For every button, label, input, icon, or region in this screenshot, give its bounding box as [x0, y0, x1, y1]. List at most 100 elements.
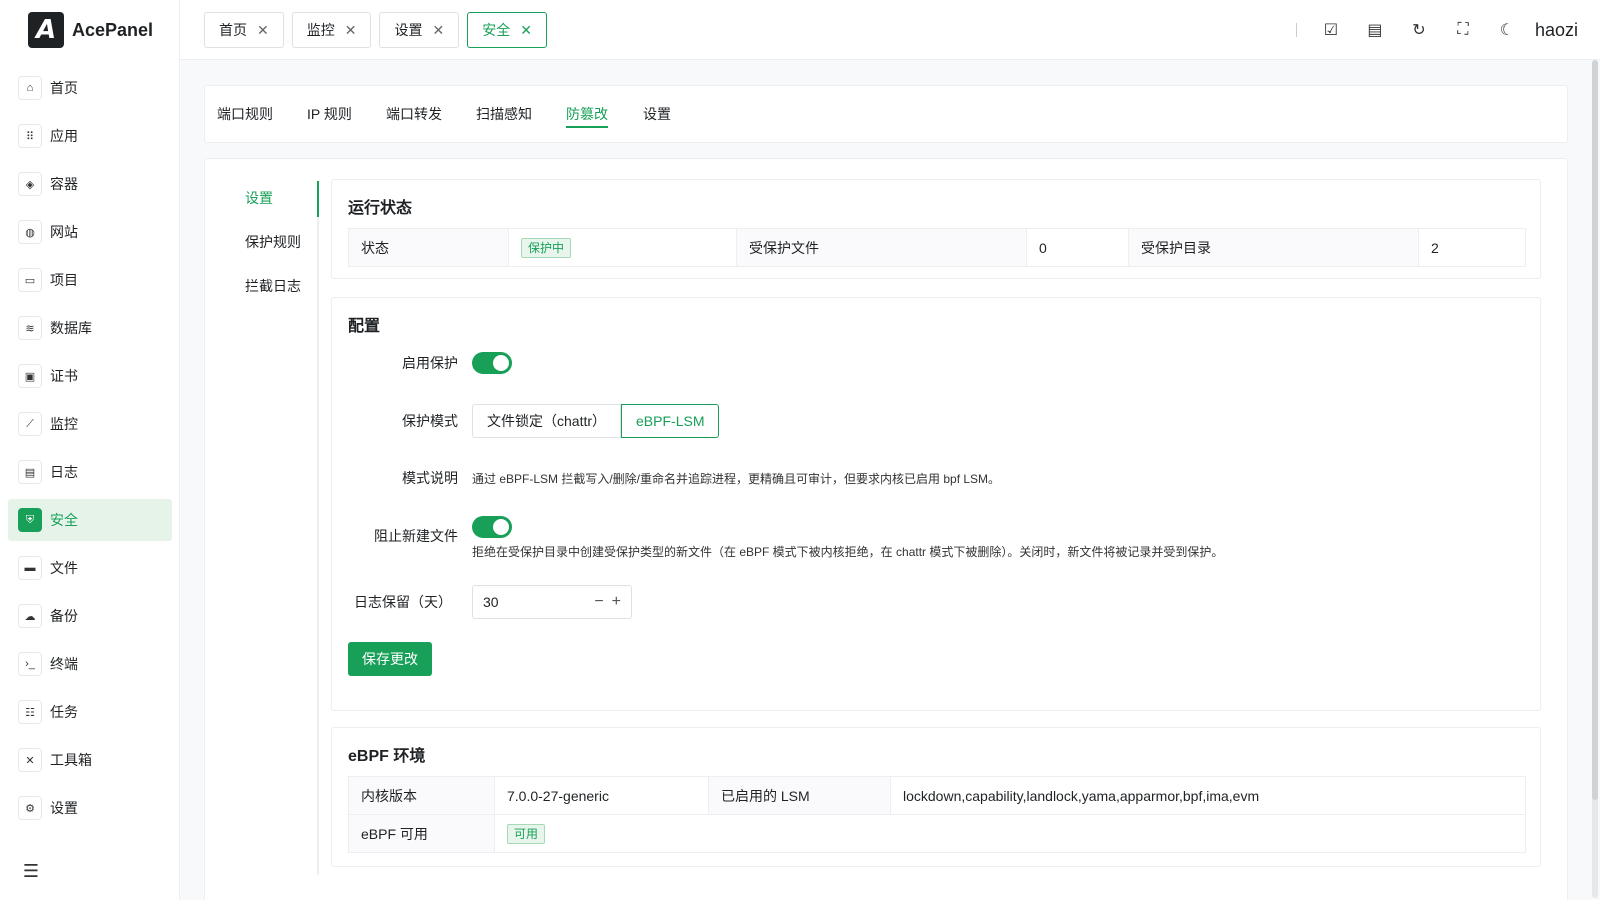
- log-retention-value: 30: [483, 594, 499, 610]
- scrollbar-thumb[interactable]: [1592, 60, 1598, 800]
- sidebar-item-7[interactable]: ⟋ 监控: [8, 403, 172, 445]
- sidebar-item-label: 项目: [50, 272, 78, 288]
- log-retention-row: 日志保留（天） 30 − +: [348, 585, 632, 619]
- side-menu-item-1[interactable]: 保护规则: [229, 225, 321, 269]
- moon-icon[interactable]: ☾: [1491, 14, 1523, 46]
- enable-protection-toggle[interactable]: [472, 352, 512, 374]
- sidebar-item-5[interactable]: ≋ 数据库: [8, 307, 172, 349]
- sidebar-item-3[interactable]: ◍ 网站: [8, 211, 172, 253]
- top-bar: 首页 ✕ 监控 ✕ 设置 ✕ 安全 ✕ ☑ ▤ ↻ ⛶ ☾ haozi: [180, 0, 1600, 60]
- close-icon[interactable]: ✕: [257, 22, 269, 39]
- tamper-side-menu: 设置 保护规则 拦截日志: [229, 181, 321, 313]
- close-icon[interactable]: ✕: [432, 22, 444, 39]
- page-tab-3[interactable]: 安全 ✕: [467, 12, 547, 48]
- sidebar-nav: ⌂ 首页 ⠿ 应用 ◈ 容器 ◍ 网站 ▭ 项目 ≋ 数据库 ▣ 证书 ⟋ 监控 ▤ 日志 ⛨ 安全 ▬ 文件 ☁ 备份 ›_ 终…: [8, 67, 172, 835]
- terminal-icon: ›_: [18, 652, 42, 676]
- side-menu-item-2[interactable]: 拦截日志: [229, 269, 321, 313]
- tools-icon: ✕: [18, 748, 42, 772]
- sidebar-item-11[interactable]: ☁ 备份: [8, 595, 172, 637]
- page-scrollbar[interactable]: [1592, 60, 1598, 898]
- sidebar-item-6[interactable]: ▣ 证书: [8, 355, 172, 397]
- enable-protection-row: 启用保护: [348, 352, 512, 374]
- ebpf-panel-title: eBPF 环境: [348, 748, 426, 765]
- side-menu-item-0[interactable]: 设置: [229, 181, 321, 225]
- save-changes-button[interactable]: 保存更改: [348, 642, 432, 676]
- protected-files-label: 受保护文件: [736, 228, 1027, 267]
- toolbar-divider: [1295, 23, 1297, 37]
- fullscreen-icon[interactable]: ⛶: [1447, 14, 1479, 46]
- sidebar-item-label: 工具箱: [50, 752, 92, 768]
- refresh-icon[interactable]: ↻: [1403, 14, 1435, 46]
- close-icon[interactable]: ✕: [520, 22, 532, 39]
- logo-mark-icon: A: [28, 12, 64, 48]
- page-tab-1[interactable]: 监控 ✕: [291, 12, 372, 48]
- section-tab-5[interactable]: 设置: [643, 104, 671, 128]
- document-icon[interactable]: ▤: [1359, 14, 1391, 46]
- checkbox-icon[interactable]: ☑: [1315, 14, 1347, 46]
- sidebar-item-label: 容器: [50, 176, 78, 192]
- sidebar-item-4[interactable]: ▭ 项目: [8, 259, 172, 301]
- block-new-files-toggle[interactable]: [472, 516, 512, 538]
- sidebar-item-8[interactable]: ▤ 日志: [8, 451, 172, 493]
- sidebar-item-13[interactable]: ☷ 任务: [8, 691, 172, 733]
- section-tab-1[interactable]: IP 规则: [307, 104, 352, 128]
- protection-mode-option-1[interactable]: eBPF-LSM: [621, 404, 720, 438]
- section-tab-3[interactable]: 扫描感知: [476, 104, 532, 128]
- sidebar-item-label: 首页: [50, 80, 78, 96]
- sidebar-item-label: 任务: [50, 704, 78, 720]
- sidebar-item-label: 应用: [50, 128, 78, 144]
- sidebar: A AcePanel ⌂ 首页 ⠿ 应用 ◈ 容器 ◍ 网站 ▭ 项目 ≋ 数据库 ▣ 证书 ⟋ 监控 ▤ 日志 ⛨…: [0, 0, 180, 900]
- status-table: 状态 保护中 受保护文件 0 受保护目录 2: [348, 228, 1526, 267]
- section-tab-4[interactable]: 防篡改: [566, 104, 608, 128]
- sidebar-item-10[interactable]: ▬ 文件: [8, 547, 172, 589]
- certificate-icon: ▣: [18, 364, 42, 388]
- sidebar-item-label: 数据库: [50, 320, 92, 336]
- decrement-button[interactable]: −: [594, 593, 603, 611]
- section-tab-2[interactable]: 端口转发: [386, 104, 442, 128]
- sidebar-item-label: 证书: [50, 368, 78, 384]
- section-tab-0[interactable]: 端口规则: [217, 104, 273, 128]
- protected-dirs-value: 2: [1418, 228, 1526, 267]
- shield-icon: ⛨: [18, 508, 42, 532]
- block-new-files-row: 阻止新建文件 拒绝在受保护目录中创建受保护类型的新文件（在 eBPF 模式下被内…: [348, 516, 1223, 560]
- increment-button[interactable]: +: [612, 593, 621, 611]
- sidebar-item-label: 文件: [50, 560, 78, 576]
- collapse-menu-icon[interactable]: ☰: [20, 860, 42, 882]
- sidebar-item-0[interactable]: ⌂ 首页: [8, 67, 172, 109]
- sidebar-item-1[interactable]: ⠿ 应用: [8, 115, 172, 157]
- log-retention-input[interactable]: 30 − +: [472, 585, 632, 619]
- protection-mode-option-0[interactable]: 文件锁定（chattr）: [472, 404, 622, 438]
- page-tab-0[interactable]: 首页 ✕: [204, 12, 284, 48]
- page-tab-label: 设置: [394, 22, 423, 38]
- enabled-lsm-label: 已启用的 LSM: [708, 776, 891, 815]
- sidebar-item-15[interactable]: ⚙ 设置: [8, 787, 172, 829]
- mode-description-text: 通过 eBPF-LSM 拦截写入/删除/重命名并追踪进程，更精确且可审计，但要求…: [472, 471, 1001, 486]
- close-icon[interactable]: ✕: [345, 22, 357, 39]
- user-name[interactable]: haozi: [1535, 20, 1578, 41]
- kernel-version-value: 7.0.0-27-generic: [494, 776, 709, 815]
- page-tabs: 首页 ✕ 监控 ✕ 设置 ✕ 安全 ✕: [204, 12, 547, 48]
- sidebar-item-9[interactable]: ⛨ 安全: [8, 499, 172, 541]
- apps-grid-icon: ⠿: [18, 124, 42, 148]
- ebpf-available-label: eBPF 可用: [348, 814, 495, 853]
- status-panel: 运行状态 状态 保护中 受保护文件 0 受保护目录 2: [331, 179, 1541, 279]
- sidebar-item-2[interactable]: ◈ 容器: [8, 163, 172, 205]
- status-badge: 保护中: [521, 237, 572, 258]
- mode-description-row: 模式说明 通过 eBPF-LSM 拦截写入/删除/重命名并追踪进程，更精确且可审…: [348, 468, 1000, 488]
- ebpf-env-panel: eBPF 环境 内核版本 7.0.0-27-generic 已启用的 LSM l…: [331, 727, 1541, 867]
- sidebar-item-14[interactable]: ✕ 工具箱: [8, 739, 172, 781]
- app-logo[interactable]: A AcePanel: [28, 12, 153, 48]
- sidebar-item-label: 日志: [50, 464, 78, 480]
- project-icon: ▭: [18, 268, 42, 292]
- enabled-lsm-value: lockdown,capability,landlock,yama,apparm…: [890, 776, 1526, 815]
- ebpf-env-table: 内核版本 7.0.0-27-generic 已启用的 LSM lockdown,…: [348, 776, 1526, 853]
- page-tab-2[interactable]: 设置 ✕: [379, 12, 460, 48]
- page-tab-label: 安全: [482, 22, 511, 38]
- side-menu-divider: [317, 181, 319, 875]
- block-new-files-description: 拒绝在受保护目录中创建受保护类型的新文件（在 eBPF 模式下被内核拒绝，在 c…: [472, 545, 1224, 559]
- protection-mode-row: 保护模式 文件锁定（chattr） eBPF-LSM: [348, 404, 720, 438]
- cloud-backup-icon: ☁: [18, 604, 42, 628]
- ebpf-available-badge: 可用: [507, 823, 546, 844]
- sidebar-item-12[interactable]: ›_ 终端: [8, 643, 172, 685]
- config-panel: 配置 启用保护 保护模式 文件锁定（chattr） eBPF-LSM 模式说明 通…: [331, 297, 1541, 711]
